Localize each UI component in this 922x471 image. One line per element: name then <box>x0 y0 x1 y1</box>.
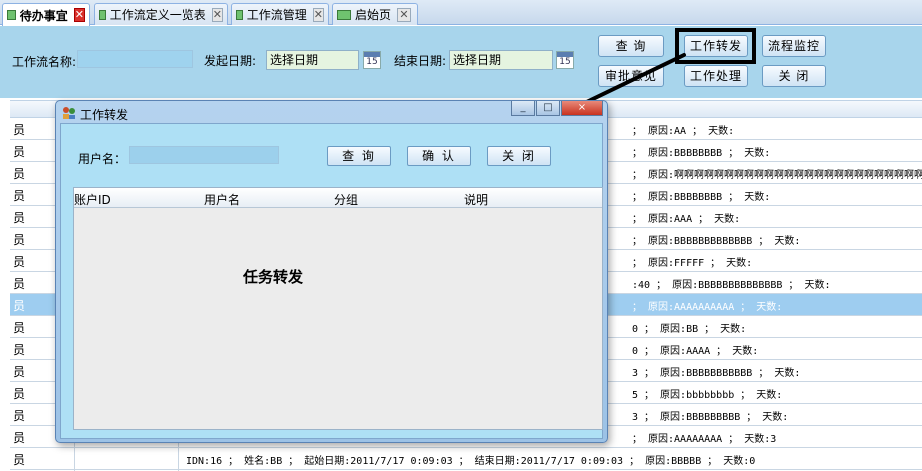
column-header-account-id[interactable]: 账户ID <box>74 191 111 208</box>
column-header-description[interactable]: 说明 <box>464 191 488 208</box>
dialog-query-button[interactable]: 查 询 <box>327 146 391 166</box>
username-label: 用户名： <box>78 152 127 166</box>
dialog-close-button[interactable]: 关 闭 <box>487 146 551 166</box>
user-grid-header: 账户ID 用户名 分组 说明 <box>74 188 602 208</box>
username-input[interactable] <box>129 146 279 164</box>
maximize-icon[interactable]: □ <box>536 101 560 116</box>
user-grid: 账户ID 用户名 分组 说明 任务转发 <box>73 187 603 430</box>
close-icon[interactable]: × <box>561 101 603 116</box>
dialog-confirm-button[interactable]: 确 认 <box>407 146 471 166</box>
forward-dialog: 工作转发 _ □ × 用户名： 查 询 确 认 关 闭 账户ID 用户名 分组 … <box>55 100 608 443</box>
task-forward-label: 任务转发 <box>243 268 304 286</box>
dialog-body: 用户名： 查 询 确 认 关 闭 账户ID 用户名 分组 说明 任务转发 <box>60 123 603 439</box>
dialog-title: 工作转发 <box>80 108 129 122</box>
column-header-username[interactable]: 用户名 <box>204 191 240 208</box>
users-icon <box>63 107 75 119</box>
column-header-group[interactable]: 分组 <box>334 191 358 208</box>
minimize-icon[interactable]: _ <box>511 101 535 116</box>
